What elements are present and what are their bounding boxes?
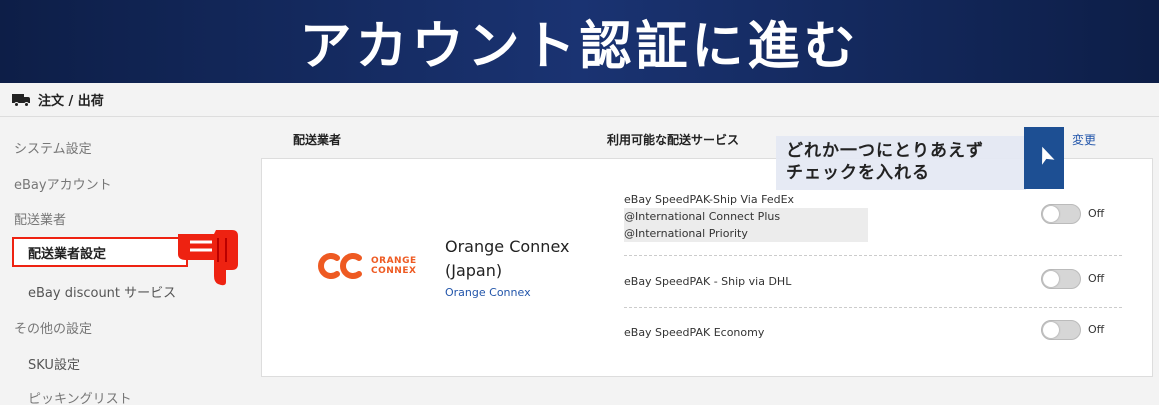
toggle-label: Off [1088,323,1105,336]
down-arrow-icon [1042,146,1055,165]
divider [624,307,1122,308]
toggle-label: Off [1088,207,1105,220]
carrier-card: ORANGE CONNEX Orange Connex (Japan) Oran… [261,158,1153,377]
carrier-link[interactable]: Orange Connex [445,286,531,299]
service-line: eBay SpeedPAK - Ship via DHL [624,275,792,288]
service-economy: eBay SpeedPAK Economy [624,324,764,341]
carrier-column-header: 配送業者 [293,133,342,147]
toggle-label: Off [1088,272,1105,285]
service-line: eBay SpeedPAK Economy [624,326,765,339]
sidebar-item-other-settings[interactable]: その他の設定 [14,318,92,337]
banner: アカウント認証に進む [0,0,1159,83]
truck-icon [12,93,32,107]
divider [624,255,1122,256]
toggle-dhl[interactable] [1041,269,1081,289]
orange-connex-mark-icon [318,253,362,279]
service-line: @International Priority [624,227,748,240]
toggle-fedex[interactable] [1041,204,1081,224]
orange-connex-logo: ORANGE CONNEX [315,250,416,282]
banner-title: アカウント認証に進む [299,17,860,77]
change-link[interactable]: 変更 [1072,131,1096,148]
service-line: eBay SpeedPAK-Ship Via FedEx [624,193,795,206]
callout-line-1: どれか一つにとりあえず [786,141,984,161]
pointing-hand-icon [178,230,238,286]
services-column-header: 利用可能な配送サービス [607,133,740,147]
logo-line-orange: ORANGE [371,256,417,266]
sidebar-item-system-settings[interactable]: システム設定 [14,138,92,157]
instruction-callout: どれか一つにとりあえず チェックを入れる [776,136,1026,190]
sidebar-item-ebay-discount[interactable]: eBay discount サービス [28,282,176,301]
service-fedex: eBay SpeedPAK-Ship Via FedEx @Internatio… [624,191,794,242]
topbar-title: 注文 / 出荷 [38,94,104,109]
logo-line-connex: CONNEX [371,266,417,276]
sidebar-item-ebay-account[interactable]: eBayアカウント [14,174,112,193]
sidebar-item-carriers[interactable]: 配送業者 [14,209,66,228]
service-line: @International Connect Plus [624,210,781,223]
sidebar-item-picking-list[interactable]: ピッキングリスト [28,388,132,405]
callout-line-2: チェックを入れる [786,163,930,183]
carrier-name: Orange Connex (Japan) [445,237,570,280]
service-dhl: eBay SpeedPAK - Ship via DHL [624,273,791,290]
sidebar-item-sku-settings[interactable]: SKU設定 [28,354,80,373]
toggle-economy[interactable] [1041,320,1081,340]
sidebar-item-carrier-settings[interactable]: 配送業者設定 [12,237,188,267]
topbar: 注文 / 出荷 [0,83,1159,117]
